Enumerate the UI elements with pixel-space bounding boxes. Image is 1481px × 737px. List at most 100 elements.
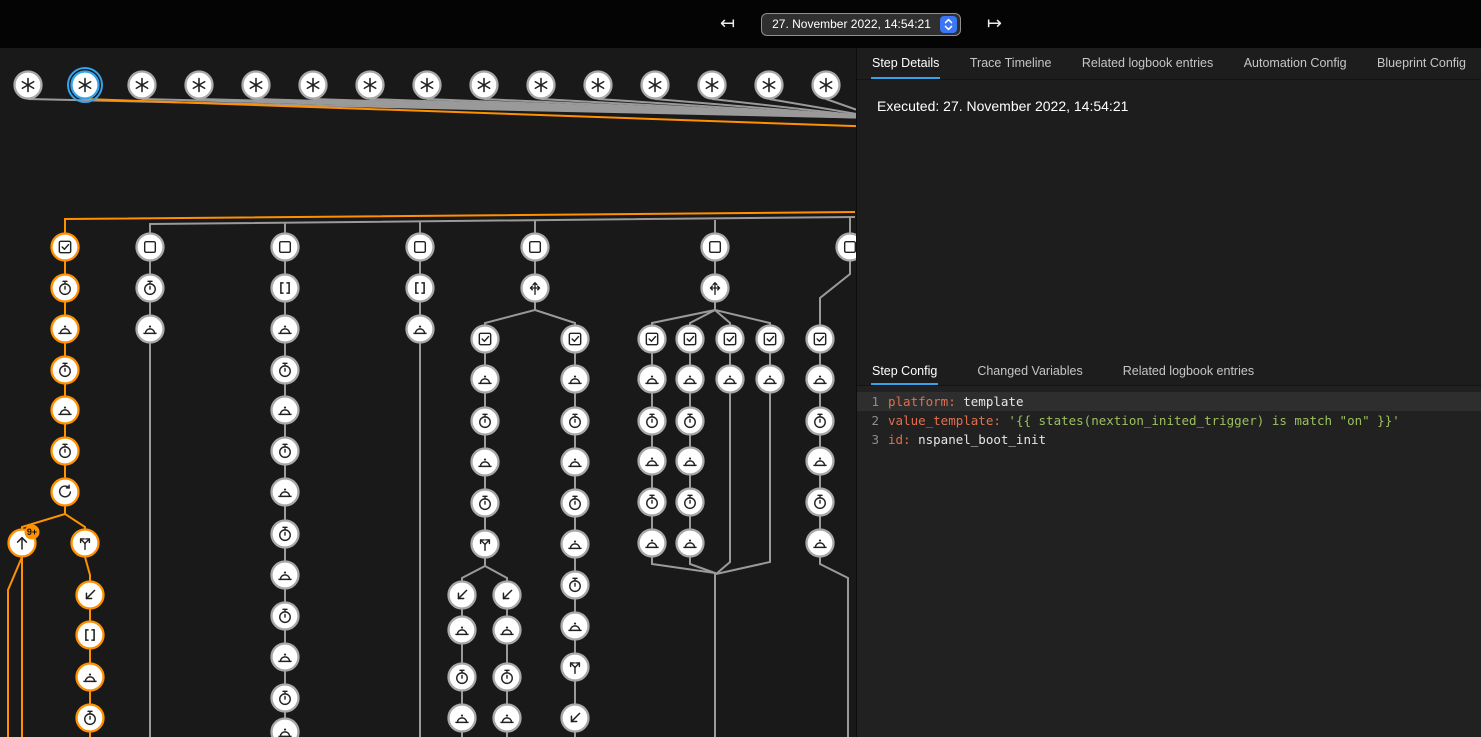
graph-node-delay[interactable] [494, 664, 521, 691]
graph-node-box[interactable] [407, 234, 434, 261]
graph-node-delay[interactable] [472, 408, 499, 435]
graph-node-delay[interactable] [272, 603, 299, 630]
graph-node-service[interactable] [807, 366, 834, 393]
graph-node-delay[interactable] [639, 408, 666, 435]
trace-run-select[interactable]: 27. November 2022, 14:54:21 [761, 13, 961, 36]
tab-trace-timeline[interactable]: Trace Timeline [969, 48, 1053, 79]
graph-node-delay[interactable] [77, 705, 104, 732]
graph-node-service[interactable] [77, 664, 104, 691]
graph-node-service[interactable] [562, 613, 589, 640]
graph-node-delay[interactable] [137, 275, 164, 302]
graph-node-service[interactable] [272, 644, 299, 671]
graph-node-trigger[interactable] [642, 72, 669, 99]
graph-node-trigger[interactable] [585, 72, 612, 99]
graph-node-condition[interactable] [562, 326, 589, 353]
graph-node-delay[interactable] [677, 408, 704, 435]
graph-node-arrow-sw[interactable] [449, 582, 476, 609]
tab-automation-config[interactable]: Automation Config [1243, 48, 1348, 79]
graph-node-box[interactable] [272, 234, 299, 261]
graph-node-arrow-sw[interactable] [77, 582, 104, 609]
graph-node-condition[interactable] [807, 326, 834, 353]
next-trace-button[interactable]: ↦ [983, 13, 1006, 35]
graph-node-delay[interactable] [677, 489, 704, 516]
graph-node-delay[interactable] [639, 489, 666, 516]
graph-node-service[interactable] [449, 617, 476, 644]
graph-node-service[interactable] [562, 366, 589, 393]
graph-node-arrow-branch[interactable] [562, 654, 589, 681]
graph-node-service[interactable] [639, 366, 666, 393]
graph-node-delay[interactable] [272, 521, 299, 548]
graph-node-trigger[interactable] [15, 72, 42, 99]
graph-node-service[interactable] [677, 366, 704, 393]
graph-node-service[interactable] [677, 530, 704, 557]
graph-node-arrow-sw[interactable] [562, 705, 589, 732]
graph-node-box[interactable] [522, 234, 549, 261]
graph-node-trigger[interactable] [756, 72, 783, 99]
graph-node-service[interactable] [449, 705, 476, 732]
graph-node-service[interactable] [272, 719, 299, 737]
graph-node-box[interactable] [837, 234, 857, 261]
graph-node-delay[interactable] [272, 438, 299, 465]
graph-node-trigger[interactable] [471, 72, 498, 99]
tab-step-config[interactable]: Step Config [871, 358, 938, 385]
graph-node-trigger[interactable] [243, 72, 270, 99]
graph-node-trigger[interactable] [357, 72, 384, 99]
graph-node-trigger[interactable] [68, 68, 102, 102]
graph-node-brackets[interactable] [407, 275, 434, 302]
previous-trace-button[interactable]: ↤ [716, 13, 739, 35]
graph-node-service[interactable] [52, 397, 79, 424]
graph-node-arrow-up[interactable]: 9+ [9, 525, 40, 557]
graph-node-service[interactable] [562, 449, 589, 476]
graph-node-service[interactable] [807, 530, 834, 557]
graph-node-trigger[interactable] [699, 72, 726, 99]
graph-node-condition[interactable] [757, 326, 784, 353]
graph-node-delay[interactable] [449, 664, 476, 691]
graph-node-service[interactable] [137, 316, 164, 343]
graph-node-service[interactable] [717, 366, 744, 393]
graph-node-service[interactable] [272, 397, 299, 424]
graph-node-delay[interactable] [562, 572, 589, 599]
graph-node-service[interactable] [677, 448, 704, 475]
graph-node-delay[interactable] [562, 408, 589, 435]
tab-blueprint-config[interactable]: Blueprint Config [1376, 48, 1467, 79]
graph-node-delay[interactable] [52, 357, 79, 384]
graph-node-condition[interactable] [717, 326, 744, 353]
graph-node-delay[interactable] [272, 357, 299, 384]
graph-node-box[interactable] [137, 234, 164, 261]
graph-node-arrow-branch[interactable] [72, 530, 99, 557]
tab-related-logbook-entries[interactable]: Related logbook entries [1081, 48, 1214, 79]
graph-node-repeat[interactable] [52, 479, 79, 506]
graph-node-service[interactable] [562, 531, 589, 558]
tab-changed-variables[interactable]: Changed Variables [976, 358, 1083, 385]
step-config-editor[interactable]: 1platform: template 2value_template: '{{… [857, 386, 1481, 737]
graph-node-delay[interactable] [807, 408, 834, 435]
graph-node-trigger[interactable] [414, 72, 441, 99]
graph-node-service[interactable] [757, 366, 784, 393]
graph-node-service[interactable] [472, 449, 499, 476]
graph-node-delay[interactable] [272, 685, 299, 712]
graph-node-service[interactable] [407, 316, 434, 343]
graph-node-brackets[interactable] [272, 275, 299, 302]
graph-node-service[interactable] [639, 530, 666, 557]
graph-node-trigger[interactable] [300, 72, 327, 99]
graph-node-delay[interactable] [52, 275, 79, 302]
graph-node-service[interactable] [272, 562, 299, 589]
graph-node-trigger[interactable] [129, 72, 156, 99]
graph-node-condition[interactable] [677, 326, 704, 353]
graph-node-delay[interactable] [52, 438, 79, 465]
graph-node-choose[interactable] [702, 275, 729, 302]
graph-node-choose[interactable] [522, 275, 549, 302]
tab-step-details[interactable]: Step Details [871, 48, 940, 79]
graph-node-service[interactable] [472, 366, 499, 393]
graph-node-arrow-branch[interactable] [472, 531, 499, 558]
graph-node-service[interactable] [52, 316, 79, 343]
tab-config-related-logbook-entries[interactable]: Related logbook entries [1122, 358, 1255, 385]
graph-node-service[interactable] [494, 705, 521, 732]
graph-node-service[interactable] [272, 479, 299, 506]
graph-node-brackets[interactable] [77, 622, 104, 649]
graph-node-service[interactable] [494, 617, 521, 644]
graph-node-arrow-sw[interactable] [494, 582, 521, 609]
graph-node-service[interactable] [639, 448, 666, 475]
graph-node-service[interactable] [807, 448, 834, 475]
graph-node-delay[interactable] [807, 489, 834, 516]
